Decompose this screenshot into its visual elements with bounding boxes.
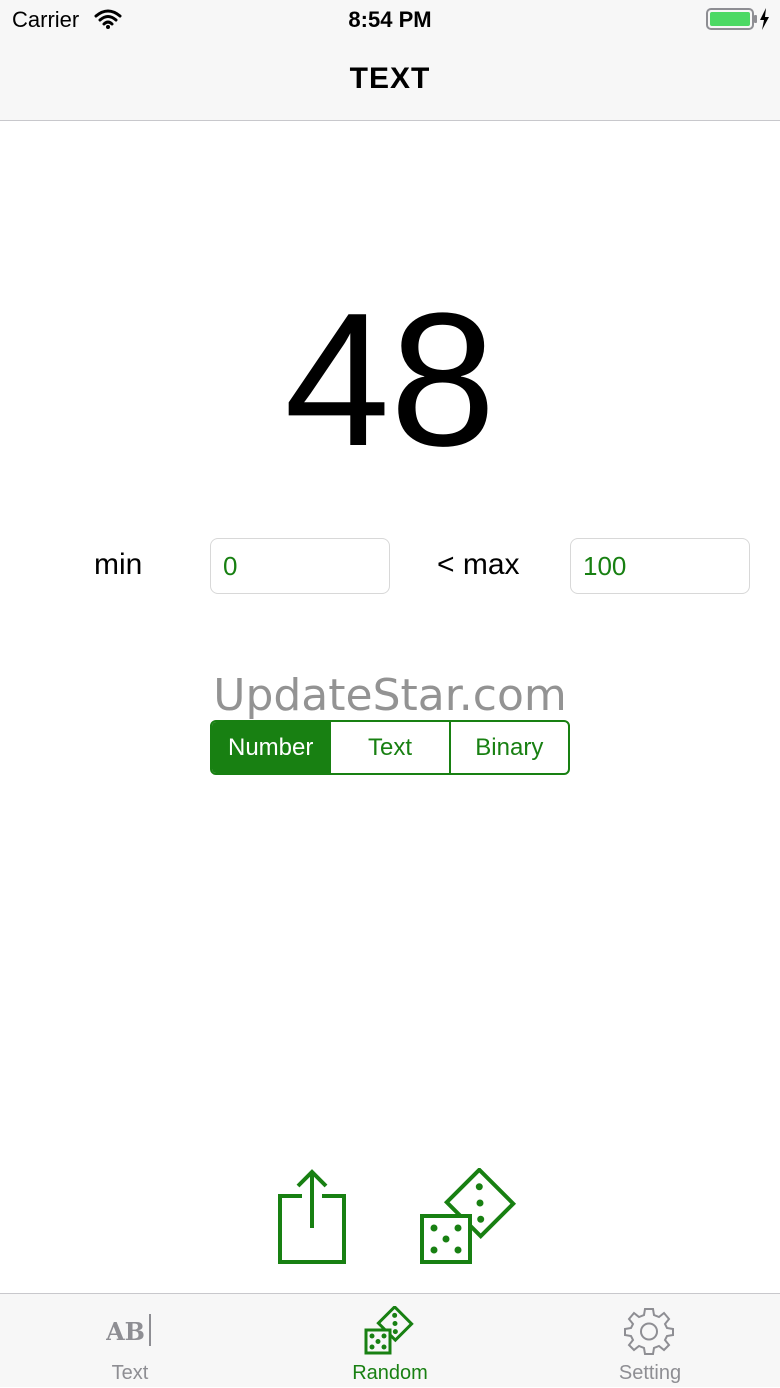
tab-setting[interactable]: Setting [520,1294,780,1388]
navigation-bar: TEXT [0,40,780,121]
svg-text:AB: AB [106,1317,145,1346]
watermark: UpdateStar.com [213,670,567,721]
tab-random[interactable]: Random [260,1294,520,1388]
mode-selector: Number Text Binary [210,720,570,775]
min-input[interactable] [210,538,390,594]
tab-text[interactable]: AB Text [0,1294,260,1388]
min-label: min [94,548,143,581]
tab-text-label: Text [111,1362,149,1384]
tab-bar: AB Text Random Setting [0,1293,780,1387]
segment-text[interactable]: Text [329,722,448,773]
battery-icon [706,6,770,37]
max-input[interactable] [570,538,750,594]
gear-icon [624,1306,674,1361]
status-time: 8:54 PM [348,7,432,32]
ab-text-icon: AB [105,1310,154,1353]
dice-icon [364,1304,414,1361]
segment-number[interactable]: Number [212,722,330,773]
tab-random-label: Random [352,1362,428,1384]
share-icon [276,1169,350,1272]
status-bar: Carrier 8:54 PM [0,0,780,40]
share-button[interactable] [276,1168,350,1273]
tab-setting-label: Setting [618,1362,682,1384]
roll-dice-button[interactable] [418,1166,518,1273]
segment-binary[interactable]: Binary [448,722,568,773]
random-result: 48 [284,274,496,486]
max-label: < max [437,548,520,581]
dice-icon [418,1166,518,1272]
page-title: TEXT [349,62,431,95]
